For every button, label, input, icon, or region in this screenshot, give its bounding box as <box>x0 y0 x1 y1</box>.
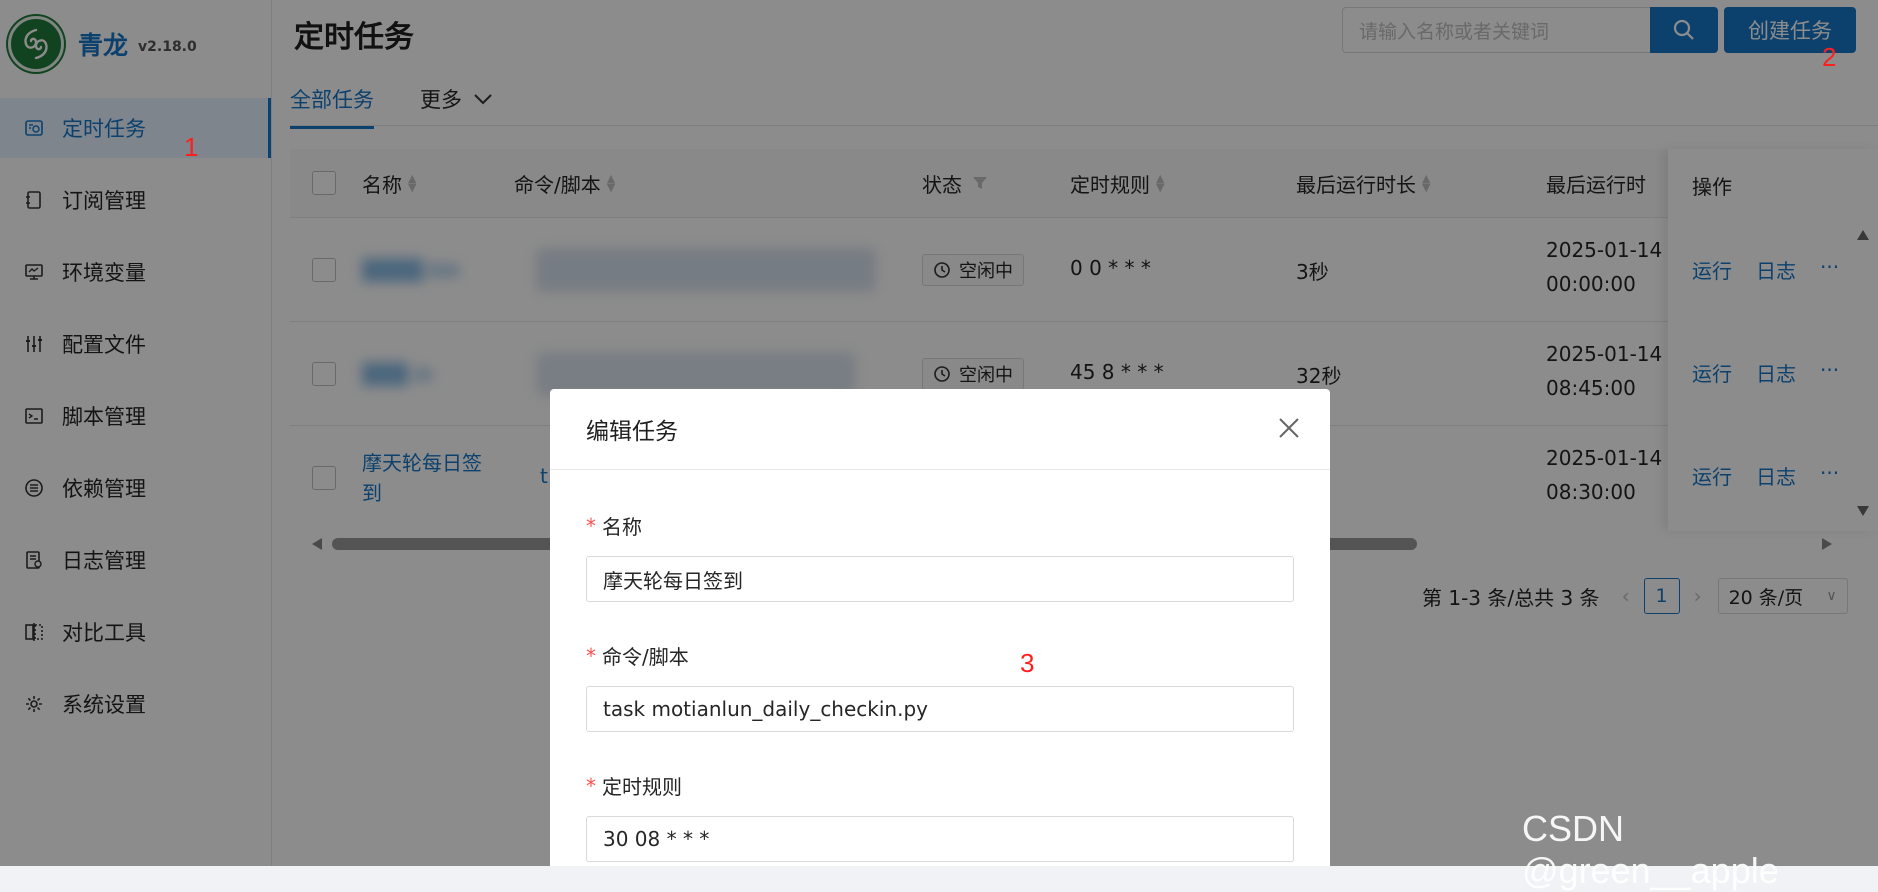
modal-header: 编辑任务 <box>550 389 1330 470</box>
name-input[interactable]: 摩天轮每日签到 <box>586 556 1294 602</box>
annotation-3: 3 <box>1020 648 1035 678</box>
command-input[interactable]: task motianlun_daily_checkin.py <box>586 686 1294 732</box>
watermark: CSDN @green__apple <box>1522 808 1779 891</box>
modal-title: 编辑任务 <box>586 419 678 445</box>
schedule-label: * 定时规则 <box>586 773 682 800</box>
command-field: * 命令/脚本 task motianlun_daily_checkin.py <box>586 641 1294 732</box>
schedule-input[interactable]: 30 08 * * * <box>586 816 1294 862</box>
annotation-2: 2 <box>1822 42 1837 72</box>
edit-task-modal: 编辑任务 * 名称 摩天轮每日签到 * 命令/脚本 task motianlun_d… <box>550 389 1330 866</box>
close-icon[interactable] <box>1276 415 1302 441</box>
name-label: * 名称 <box>586 513 642 540</box>
name-field: * 名称 摩天轮每日签到 <box>586 511 1294 602</box>
annotation-1: 1 <box>184 132 199 162</box>
schedule-field: * 定时规则 30 08 * * * <box>586 771 1294 862</box>
command-label: * 命令/脚本 <box>586 643 689 670</box>
